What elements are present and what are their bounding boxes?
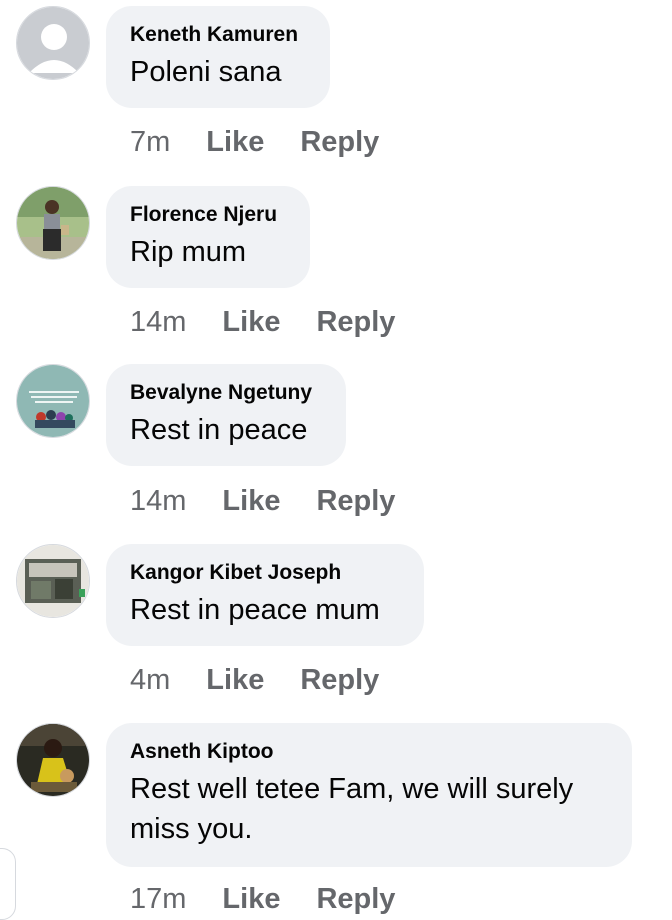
comment-author[interactable]: Bevalyne Ngetuny — [130, 380, 322, 406]
comment-actions: 17m Like Reply — [130, 882, 395, 916]
comment-time: 14m — [130, 306, 187, 338]
comment-author[interactable]: Florence Njeru — [130, 202, 286, 228]
comment-author[interactable]: Keneth Kamuren — [130, 22, 306, 48]
comment-text: Rest in peace — [130, 414, 308, 446]
reply-button[interactable]: Reply — [316, 484, 395, 518]
edge-panel-handle[interactable] — [0, 848, 16, 920]
comment-text: Poleni sana — [130, 56, 282, 88]
comment-actions: 7m Like Reply — [130, 125, 379, 159]
comment-time: 17m — [130, 883, 187, 915]
comment-text: Rip mum — [130, 236, 247, 268]
like-button[interactable]: Like — [222, 484, 280, 518]
quote-image-avatar[interactable] — [16, 364, 90, 438]
house-photo-avatar[interactable] — [16, 544, 90, 618]
comment-author[interactable]: Asneth Kiptoo — [130, 739, 608, 765]
like-button[interactable]: Like — [222, 882, 280, 916]
comment-time: 4m — [130, 664, 171, 696]
like-button[interactable]: Like — [222, 305, 280, 339]
comment-bubble: Bevalyne Ngetuny Rest in peace — [106, 364, 346, 466]
comment-text: Rest in peace mum — [130, 594, 380, 626]
comment-actions: 14m Like Reply — [130, 484, 395, 518]
like-button[interactable]: Like — [206, 663, 264, 697]
person-photo-avatar[interactable] — [16, 186, 90, 260]
comment-author[interactable]: Kangor Kibet Joseph — [130, 560, 400, 586]
comment-bubble: Asneth Kiptoo Rest well tetee Fam, we wi… — [106, 723, 632, 867]
comment-actions: 4m Like Reply — [130, 663, 379, 697]
person-photo-avatar[interactable] — [16, 723, 90, 797]
reply-button[interactable]: Reply — [316, 305, 395, 339]
reply-button[interactable]: Reply — [316, 882, 395, 916]
reply-button[interactable]: Reply — [300, 125, 379, 159]
comment-actions: 14m Like Reply — [130, 305, 395, 339]
comment-bubble: Kangor Kibet Joseph Rest in peace mum — [106, 544, 424, 646]
comment-text: Rest well tetee Fam, we will surely miss… — [130, 773, 574, 845]
comment-time: 14m — [130, 485, 187, 517]
like-button[interactable]: Like — [206, 125, 264, 159]
comment-bubble: Keneth Kamuren Poleni sana — [106, 6, 330, 108]
comment-time: 7m — [130, 126, 171, 158]
comment-bubble: Florence Njeru Rip mum — [106, 186, 310, 288]
default-avatar-icon[interactable] — [16, 6, 90, 80]
reply-button[interactable]: Reply — [300, 663, 379, 697]
